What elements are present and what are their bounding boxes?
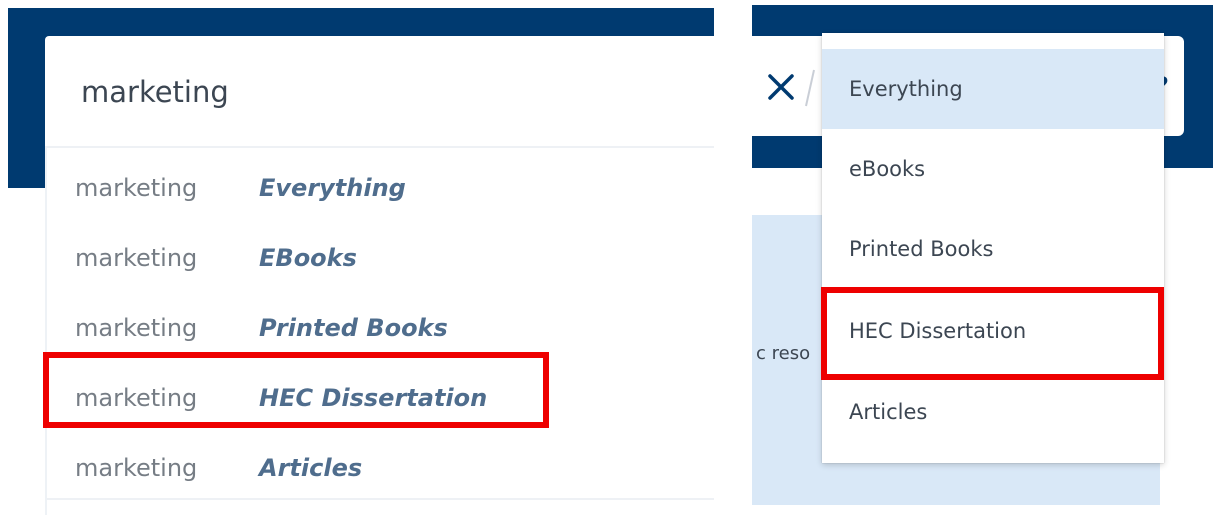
close-icon[interactable]	[764, 68, 798, 106]
suggestion-everything[interactable]: marketing Everything	[75, 166, 406, 210]
suggestion-scope: HEC Dissertation	[259, 384, 488, 412]
separator-slash-icon	[804, 68, 816, 108]
divider	[47, 498, 714, 500]
suggestion-hec-dissertation[interactable]: marketing HEC Dissertation	[75, 376, 487, 420]
suggestion-term: marketing	[75, 454, 198, 482]
dropdown-option-hec-dissertation[interactable]: HEC Dissertation	[822, 291, 1164, 371]
suggestion-scope: Articles	[259, 454, 363, 482]
search-box	[45, 36, 714, 146]
scope-dropdown-menu: Everything eBooks Printed Books HEC Diss…	[822, 33, 1164, 463]
suggestion-list: marketing Everything marketing EBooks mark…	[45, 146, 714, 515]
background-text: c reso	[756, 343, 811, 364]
suggestion-scope: Everything	[259, 174, 406, 202]
suggestion-printed-books[interactable]: marketing Printed Books	[75, 306, 448, 350]
dropdown-option-everything[interactable]: Everything	[822, 49, 1164, 129]
scope-dropdown-panel: ? c reso Everything eBooks Printed Books…	[752, 0, 1213, 515]
dropdown-option-ebooks[interactable]: eBooks	[822, 129, 1164, 209]
search-input[interactable]	[81, 70, 681, 114]
suggestion-ebooks[interactable]: marketing EBooks	[75, 236, 357, 280]
suggestion-term: marketing	[75, 314, 198, 342]
suggestion-scope: Printed Books	[259, 314, 448, 342]
dropdown-option-articles[interactable]: Articles	[822, 372, 1164, 452]
suggestion-term: marketing	[75, 384, 198, 412]
dropdown-option-printed-books[interactable]: Printed Books	[822, 209, 1164, 289]
suggestion-articles[interactable]: marketing Articles	[75, 446, 362, 490]
search-suggestions-panel: marketing Everything marketing EBooks mark…	[0, 0, 714, 515]
suggestion-term: marketing	[75, 244, 198, 272]
suggestion-scope: EBooks	[259, 244, 357, 272]
suggestion-term: marketing	[75, 174, 198, 202]
